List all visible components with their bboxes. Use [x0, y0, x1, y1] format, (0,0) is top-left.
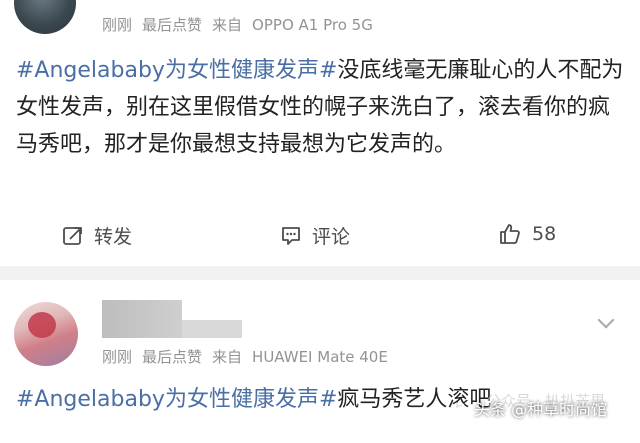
source-prefix: 来自: [212, 348, 243, 366]
time-label: 刚刚: [102, 348, 133, 366]
comment-label: 评论: [312, 226, 351, 248]
hashtag-link[interactable]: #Angelababy为女性健康发声#: [16, 58, 337, 83]
username-redacted: [102, 300, 182, 338]
comment-icon: [282, 226, 300, 245]
repost-label: 转发: [94, 226, 133, 248]
avatar[interactable]: [14, 0, 76, 34]
action-bar: 转发 评论 58: [0, 222, 640, 252]
comment-text: #Angelababy为女性健康发声#没底线毫无廉耻心的人不配为女性发声，别在这…: [16, 52, 626, 163]
like-count: 58: [532, 223, 557, 245]
section-divider: [0, 266, 640, 280]
watermark-ghost-text: 公众号 · 扒扒芒果: [486, 392, 606, 410]
weibo-comment-1: 刚刚 最后点赞 来自 OPPO A1 Pro 5G #Angelababy为女性健康发…: [0, 0, 640, 266]
username-redacted: [182, 320, 242, 338]
comment-meta: 刚刚 最后点赞 来自 OPPO A1 Pro 5G: [102, 14, 383, 35]
source-prefix: 来自: [212, 16, 243, 34]
repost-button[interactable]: 转发: [62, 222, 132, 249]
wechat-icon: [453, 402, 469, 414]
device-label: OPPO A1 Pro 5G: [252, 16, 373, 34]
comment-button[interactable]: 评论: [280, 222, 350, 249]
time-label: 刚刚: [102, 16, 133, 34]
watermark: 公众号 · 扒扒芒果 头条 @种草时尚馆: [452, 392, 607, 420]
last-like-label: 最后点赞: [142, 16, 203, 34]
like-button[interactable]: 58: [498, 222, 556, 246]
hashtag-link[interactable]: #Angelababy为女性健康发声#: [16, 387, 337, 412]
comment-meta: 刚刚 最后点赞 来自 HUAWEI Mate 40E: [102, 346, 398, 367]
avatar[interactable]: [14, 302, 78, 366]
thumbs-up-icon: [500, 224, 520, 244]
repost-icon: [63, 226, 82, 245]
chevron-down-icon[interactable]: [597, 311, 615, 329]
last-like-label: 最后点赞: [142, 348, 203, 366]
device-label: HUAWEI Mate 40E: [252, 348, 388, 366]
